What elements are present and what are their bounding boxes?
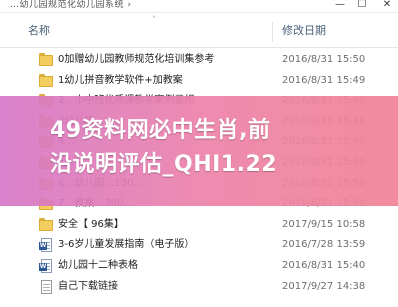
file-name: 安全【 96集】 [58,218,124,230]
column-header-date[interactable]: 修改日期 [282,25,326,37]
folder-icon [38,73,54,87]
close-button[interactable]: ✕ [377,0,397,12]
maximize-button[interactable]: ☐ [352,0,372,12]
column-header-name[interactable]: 名称 [28,25,50,37]
minimize-button[interactable]: — [330,0,350,12]
sort-ascending-icon: ˄ [152,15,156,24]
doc-icon: W [38,238,54,253]
file-row[interactable]: W 3-6岁儿童发展指南（电子版） 2016/7/28 13:59 [0,235,398,255]
file-name: 3-6岁儿童发展指南（电子版） [58,239,195,251]
file-modified-date: 2016/8/31 15:40 [282,260,366,271]
folder-icon [38,53,54,66]
column-header-row: ˄ 名称 修改日期 [0,14,398,48]
overlay-banner: 49资料网必中生肖,前 沿说明评估_QHI1.22 [0,96,398,206]
file-name: 1幼儿拼音教学软件+加教案 [58,74,183,86]
file-row[interactable]: 0加赠幼儿园教师规范化培训集参考 2016/8/31 15:50 [0,50,398,70]
file-name: 幼儿园十二种表格 [58,260,138,271]
doc-icon: W [38,259,54,273]
file-row[interactable]: 自己下载链接 2017/9/27 14:38 [0,277,398,297]
folder-icon [38,217,54,231]
column-divider[interactable] [272,22,273,42]
banner-headline-line-1: 49资料网必中生肖,前 [50,118,271,143]
file-explorer-window: …幼儿园规范化幼儿园系统 › — ☐ ✕ ˄ 名称 修改日期 0加赠幼儿园教师规… [0,0,398,307]
file-row[interactable]: W 幼儿园十二种表格 2016/8/31 15:40 [0,256,398,276]
file-name: 自己下载链接 [58,280,118,292]
file-name: 0加赠幼儿园教师规范化培训集参考 [58,54,215,65]
file-modified-date: 2017/9/15 10:58 [282,218,366,230]
address-path[interactable]: …幼儿园规范化幼儿园系统 › [10,0,131,10]
file-modified-date: 2016/7/28 13:59 [282,239,366,251]
file-modified-date: 2016/8/31 15:49 [282,74,366,86]
file-modified-date: 2017/9/27 14:38 [282,280,366,292]
file-row[interactable]: 安全【 96集】 2017/9/15 10:58 [0,215,398,235]
txt-icon [38,279,54,294]
file-row[interactable]: 1幼儿拼音教学软件+加教案 2016/8/31 15:49 [0,71,398,91]
title-bar: …幼儿园规范化幼儿园系统 › — ☐ ✕ [0,0,398,13]
banner-headline-line-2: 沿说明评估_QHI1.22 [50,152,278,177]
file-modified-date: 2016/8/31 15:50 [282,54,366,65]
